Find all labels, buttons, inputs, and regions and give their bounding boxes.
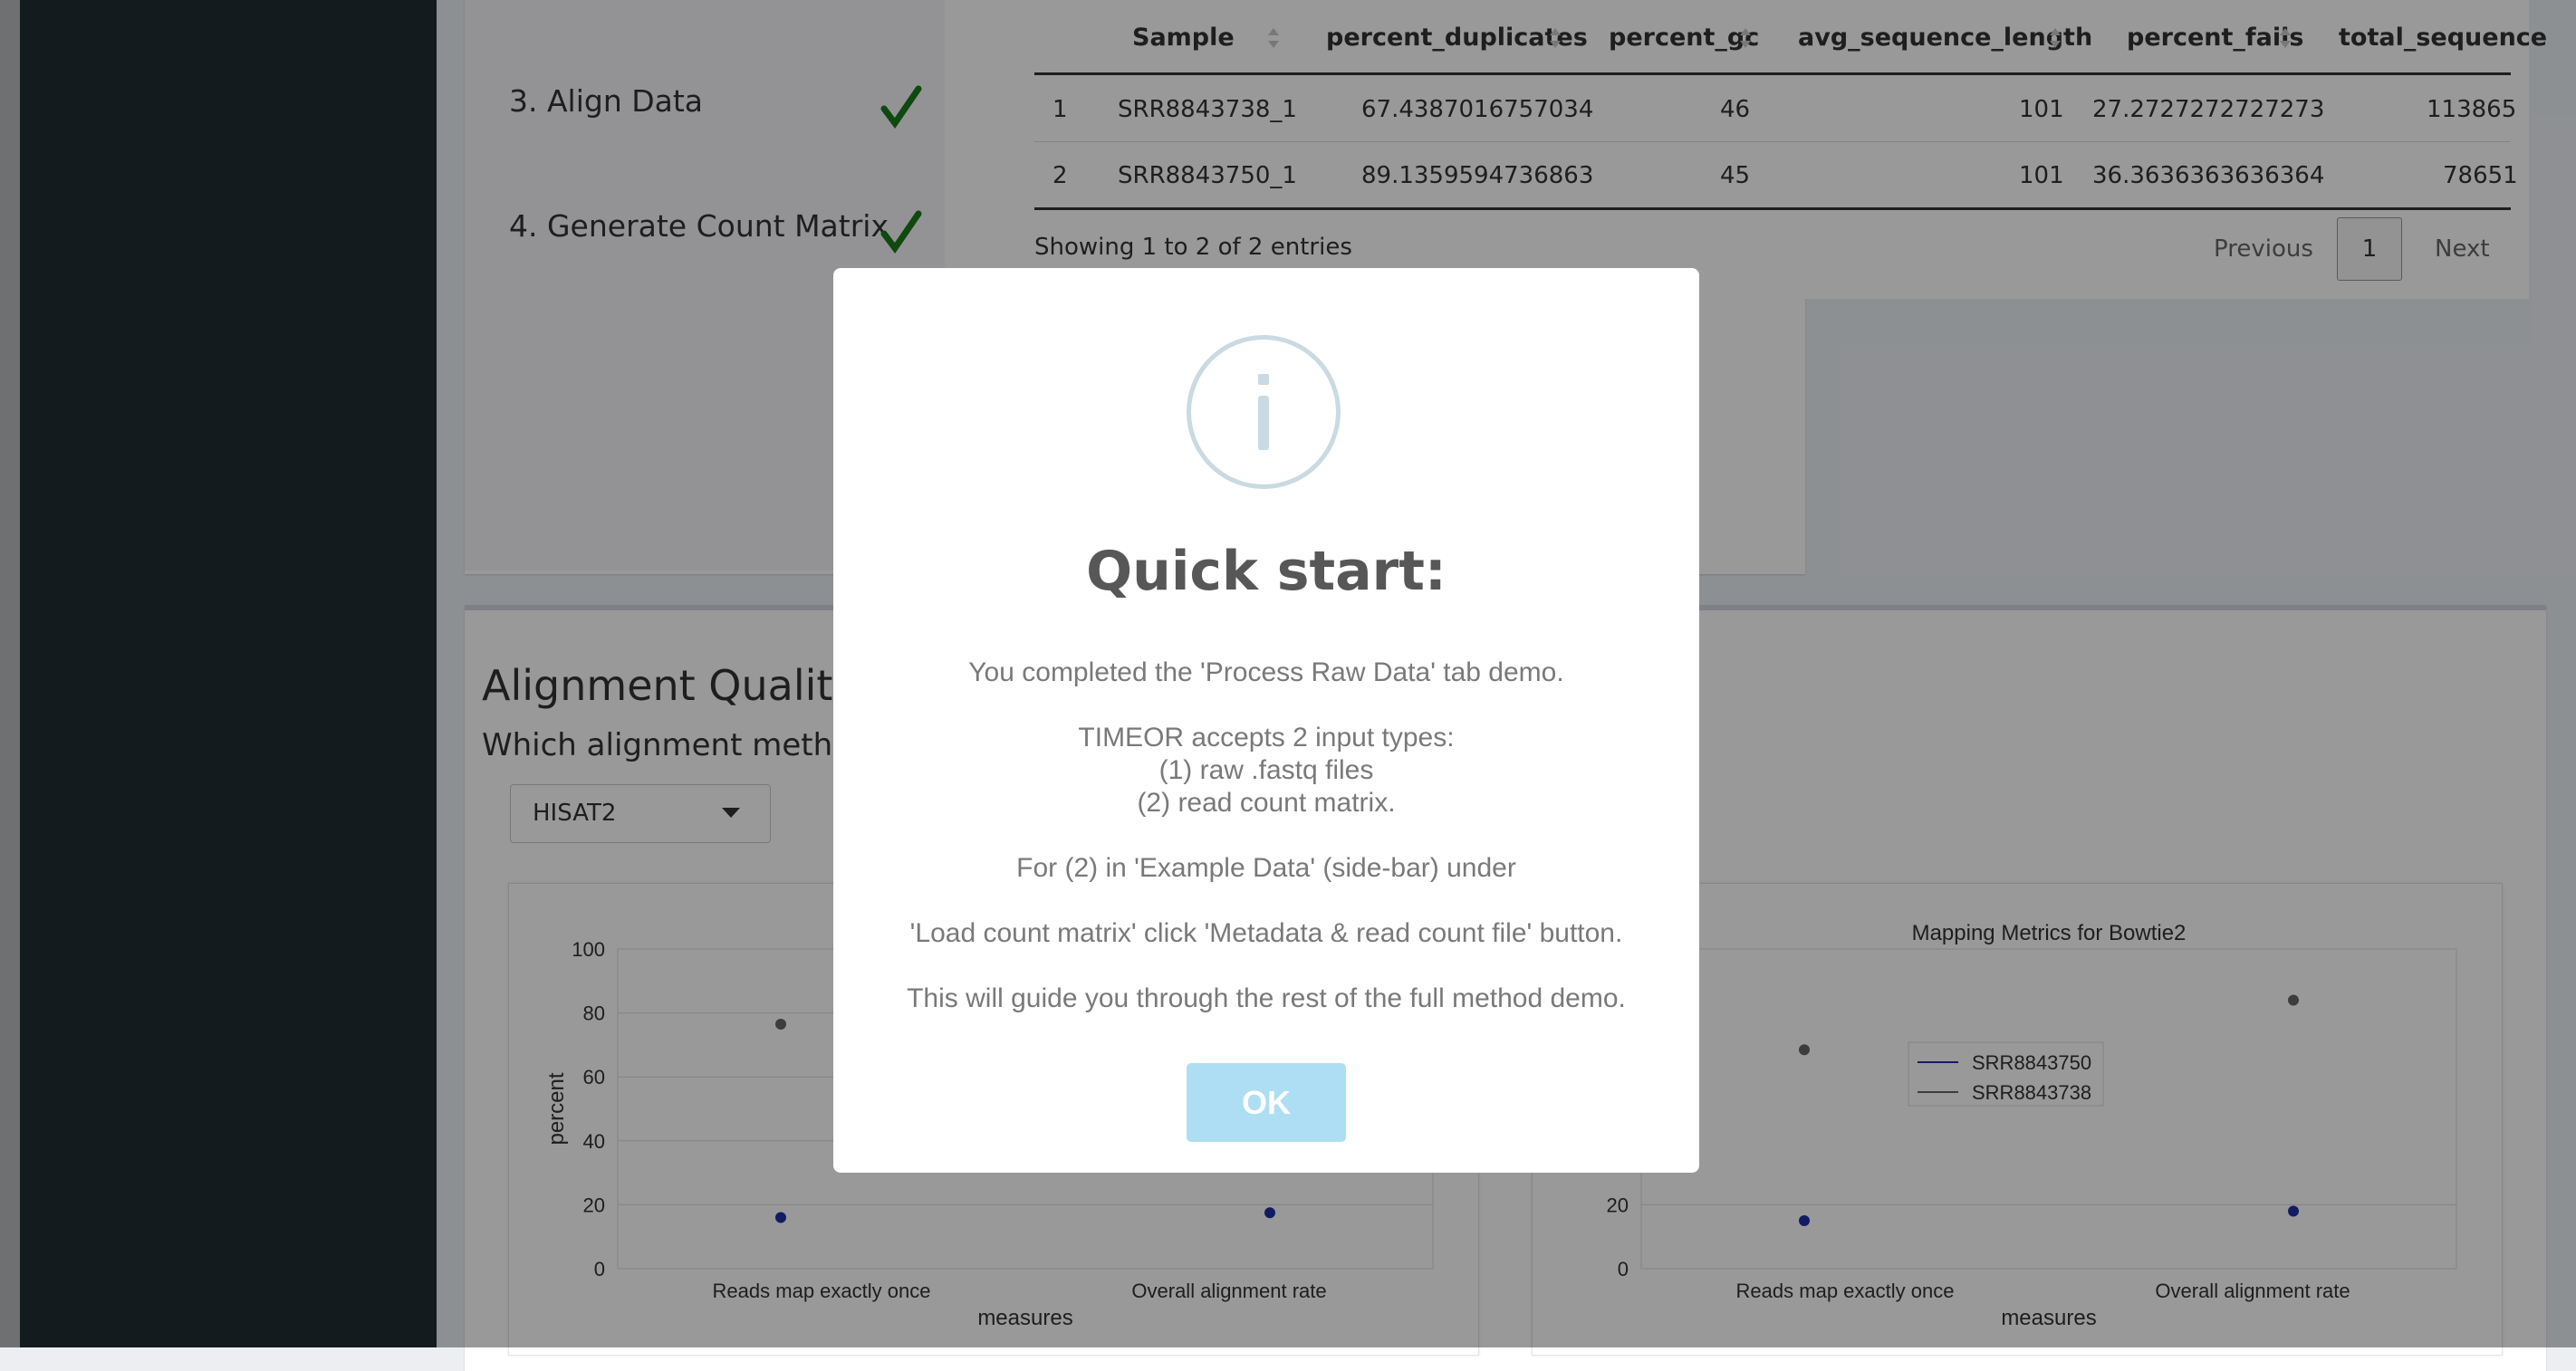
modal-title: Quick start: xyxy=(1086,540,1447,603)
modal-text-line: 'Load count matrix' click 'Metadata & re… xyxy=(909,918,1623,948)
quick-start-dialog: Quick start: You completed the 'Process … xyxy=(833,268,1699,1173)
info-icon xyxy=(1187,335,1341,489)
modal-text-line: You completed the 'Process Raw Data' tab… xyxy=(968,657,1564,687)
modal-text-line: (2) read count matrix. xyxy=(1137,788,1396,818)
modal-text-line: For (2) in 'Example Data' (side-bar) und… xyxy=(1016,853,1516,883)
modal-text-line: TIMEOR accepts 2 input types: xyxy=(1078,723,1455,753)
modal-text-line: (1) raw .fastq files xyxy=(1158,755,1374,785)
ok-button[interactable]: OK xyxy=(1187,1063,1346,1142)
modal-text-line: This will guide you through the rest of … xyxy=(907,983,1626,1013)
